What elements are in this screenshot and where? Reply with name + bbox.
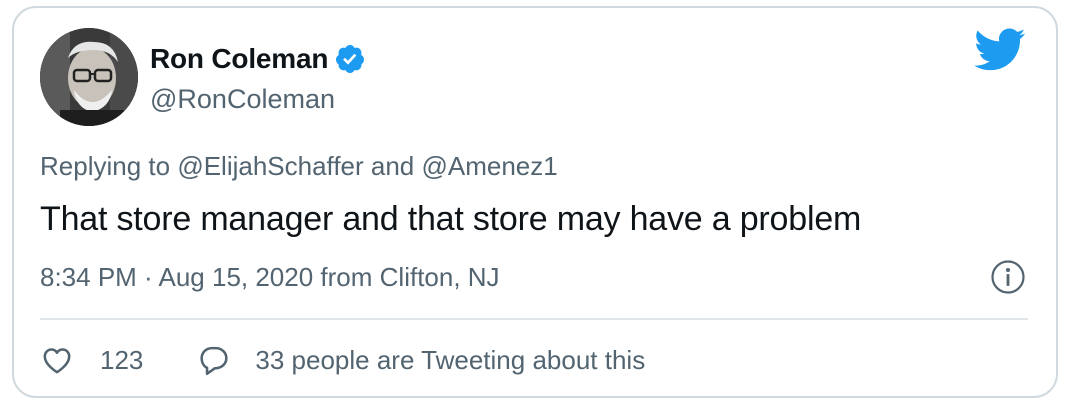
twitter-bird-icon[interactable]	[974, 28, 1026, 72]
author-name-row[interactable]: Ron Coleman	[150, 40, 366, 78]
avatar[interactable]	[40, 28, 138, 126]
tweeting-about-text[interactable]: 33 people are Tweeting about this	[255, 345, 645, 376]
tweet-card[interactable]: Ron Coleman @RonColeman Replying to @Eli…	[12, 6, 1058, 398]
tweet-stats: 123 33 people are Tweeting about this	[40, 340, 645, 380]
replying-to-conjunction: and	[363, 151, 422, 181]
replying-to-prefix: Replying to	[40, 151, 178, 181]
tweeting-about-link[interactable]: 33 people are Tweeting about this	[197, 343, 645, 377]
verified-badge-icon	[334, 43, 366, 75]
speech-bubble-icon	[197, 343, 231, 377]
mention-link-elijahschaffer[interactable]: @ElijahSchaffer	[177, 151, 363, 181]
info-icon[interactable]	[990, 259, 1026, 295]
like-count[interactable]: 123	[100, 345, 143, 376]
heart-icon[interactable]	[40, 343, 74, 377]
tweet-timestamp[interactable]: 8:34 PM · Aug 15, 2020 from Clifton, NJ	[40, 262, 500, 293]
replying-to-line: Replying to @ElijahSchaffer and @Amenez1	[40, 151, 558, 182]
divider	[40, 318, 1028, 320]
mention-link-amenez1[interactable]: @Amenez1	[421, 151, 557, 181]
author-handle[interactable]: @RonColeman	[150, 84, 335, 115]
tweet-text: That store manager and that store may ha…	[40, 200, 862, 238]
display-name[interactable]: Ron Coleman	[150, 43, 328, 75]
